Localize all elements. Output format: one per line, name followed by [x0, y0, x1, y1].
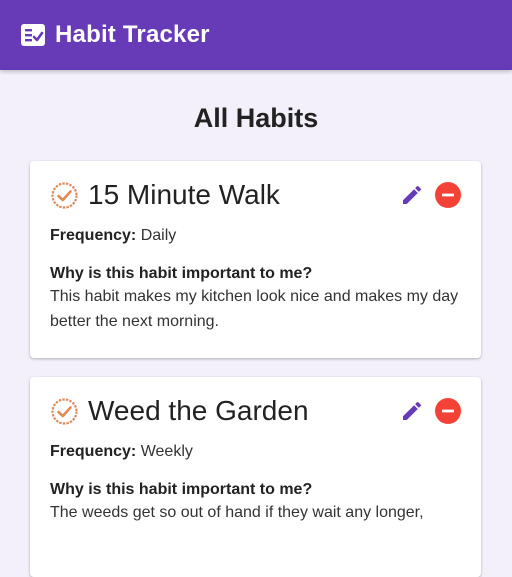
edit-button[interactable] — [399, 398, 425, 424]
habit-name: 15 Minute Walk — [88, 179, 280, 210]
minus-circle-icon — [442, 409, 454, 413]
frequency-value: Weekly — [140, 443, 193, 460]
delete-button[interactable] — [435, 398, 461, 424]
habit-actions — [399, 398, 461, 424]
edit-button[interactable] — [399, 182, 425, 208]
app-title: Habit Tracker — [55, 21, 210, 48]
minus-circle-icon — [442, 193, 454, 197]
habit-frequency: Frequency: Weekly — [50, 443, 461, 461]
frequency-label: Frequency: — [50, 443, 137, 460]
check-circle-icon — [50, 181, 79, 210]
app-bar: Habit Tracker — [0, 0, 512, 70]
habit-frequency: Frequency: Daily — [50, 227, 461, 245]
why-text: The weeds get so out of hand if they wai… — [50, 504, 424, 521]
check-circle-icon — [50, 397, 79, 426]
frequency-value: Daily — [140, 227, 177, 244]
habit-card: 15 Minute Walk Frequency: Daily Why is t… — [30, 161, 481, 358]
delete-button[interactable] — [435, 182, 461, 208]
why-label: Why is this habit important to me? — [50, 265, 313, 282]
habit-actions — [399, 182, 461, 208]
page-title: All Habits — [193, 103, 319, 133]
frequency-label: Frequency: — [50, 227, 137, 244]
pencil-icon — [403, 401, 422, 420]
habit-card-header: Weed the Garden — [50, 377, 461, 443]
habit-card: Weed the Garden Frequency: Weekly Why is… — [30, 377, 481, 577]
habit-name: Weed the Garden — [88, 395, 309, 426]
why-label: Why is this habit important to me? — [50, 481, 313, 498]
why-text: This habit makes my kitchen look nice an… — [50, 288, 459, 330]
pencil-icon — [403, 185, 422, 204]
checklist-icon — [20, 22, 46, 48]
habit-card-header: 15 Minute Walk — [50, 161, 461, 227]
